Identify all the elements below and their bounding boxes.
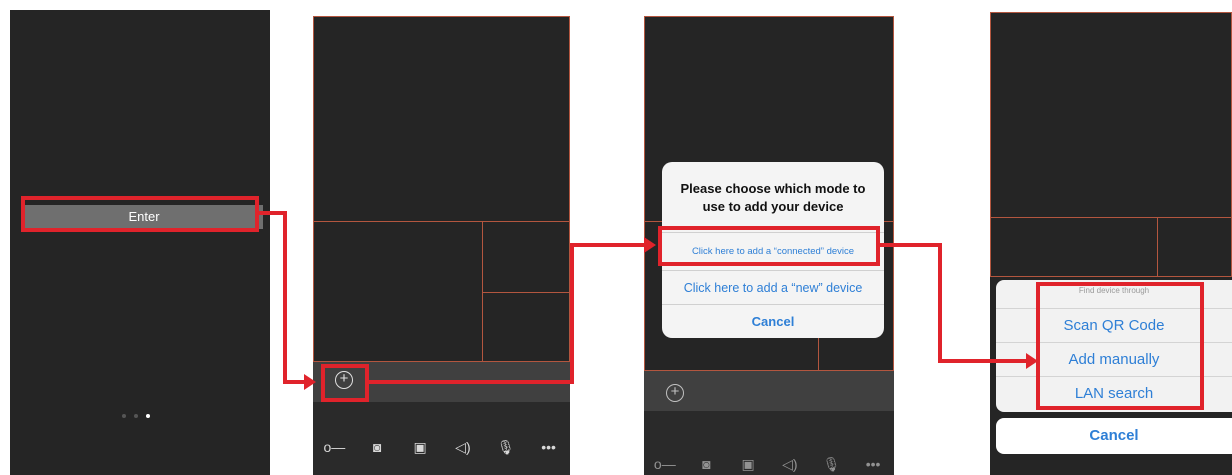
- speaker-icon: ◁): [782, 455, 798, 472]
- key-icon[interactable]: o—: [321, 439, 347, 455]
- more-icon[interactable]: •••: [536, 439, 562, 455]
- connector-arrow: [304, 374, 316, 390]
- highlight-find-options: [1036, 282, 1204, 410]
- add-new-device-button[interactable]: Click here to add a “new” device: [662, 270, 884, 305]
- connector-line: [570, 243, 574, 384]
- more-icon: •••: [865, 456, 881, 472]
- video-pane-main[interactable]: [313, 16, 570, 222]
- connector-arrow: [644, 237, 656, 253]
- video-pane-2: [990, 217, 1158, 277]
- microphone-icon: 🎙: [822, 455, 841, 472]
- page-dot: [134, 414, 138, 418]
- video-pane-3: [1157, 217, 1232, 277]
- highlight-enter: [21, 196, 259, 232]
- connector-line: [938, 243, 942, 363]
- cancel-button[interactable]: Cancel: [662, 304, 884, 338]
- video-pane-main: [990, 12, 1232, 218]
- connector-line: [283, 211, 287, 384]
- highlight-add-icon: [321, 364, 369, 402]
- add-device-icon: +: [666, 384, 684, 402]
- control-icons: o— ◙ ▣ ◁) 🎙 •••: [313, 436, 570, 458]
- camera-icon: ◙: [702, 456, 711, 472]
- dialog-title: Please choose which mode to use to add y…: [662, 180, 884, 216]
- connector-line: [369, 380, 574, 384]
- camera-icon[interactable]: ◙: [364, 439, 390, 455]
- connector-line: [938, 359, 1030, 363]
- key-icon: o—: [653, 456, 676, 472]
- dialog-title-line: Please choose which mode to: [680, 181, 866, 196]
- connector-line: [570, 243, 644, 247]
- dialog-title-line: use to add your device: [702, 199, 844, 214]
- video-pane-4[interactable]: [482, 292, 570, 362]
- speaker-icon[interactable]: ◁): [450, 439, 476, 456]
- video-record-icon[interactable]: ▣: [407, 439, 433, 456]
- video-pane-3[interactable]: [482, 221, 570, 293]
- live-view-screen: + o— ◙ ▣ ◁) 🎙 •••: [313, 16, 570, 475]
- control-icons: o— ◙ ▣ ◁) 🎙 •••: [644, 454, 894, 474]
- microphone-icon[interactable]: 🎙: [493, 439, 519, 456]
- highlight-connected-option: [658, 226, 880, 266]
- connector-line: [283, 380, 305, 384]
- sheet-cancel-button[interactable]: Cancel: [996, 418, 1232, 454]
- welcome-screen: Enter: [10, 10, 270, 475]
- video-record-icon: ▣: [741, 455, 755, 472]
- video-pane-2[interactable]: [313, 221, 483, 362]
- page-dot: [122, 414, 126, 418]
- connector-line: [880, 243, 942, 247]
- page-dot-active: [146, 414, 150, 418]
